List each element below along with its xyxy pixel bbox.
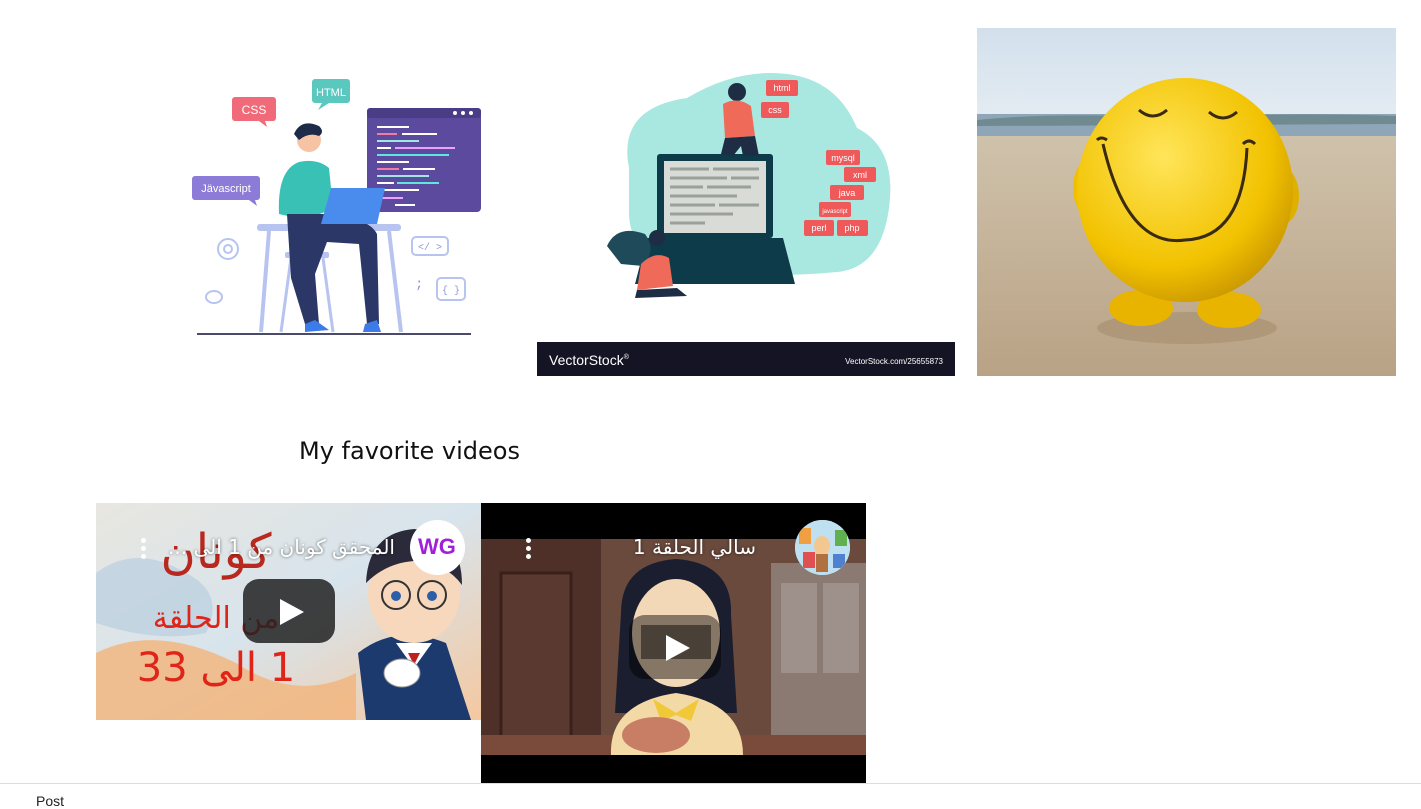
smiley-ball-photo bbox=[977, 28, 1396, 376]
video-title-sally[interactable]: سالي الحلقة 1 bbox=[633, 535, 756, 559]
video-title-conan[interactable]: المحقق كونان من 1 الى ... bbox=[168, 535, 395, 559]
vectorstock-url: VectorStock.com/25655873 bbox=[845, 357, 943, 366]
css-bubble-label: CSS bbox=[242, 103, 267, 117]
javascript-bubble-label: Jävascript bbox=[201, 183, 251, 195]
braces-label: { } bbox=[442, 285, 460, 297]
code-tag-label: </ > bbox=[418, 242, 442, 254]
more-options-icon[interactable] bbox=[525, 538, 533, 562]
post-heading-partial: Post bbox=[36, 793, 65, 809]
vectorstock-brand: VectorStock® bbox=[549, 352, 630, 368]
play-button[interactable] bbox=[243, 579, 335, 643]
video-player-conan[interactable]: كونان من الحلقة 1 الى 33 المحقق كونان من… bbox=[96, 503, 481, 720]
java-tag-label: java bbox=[838, 188, 856, 198]
bottom-section-divider: Post bbox=[0, 783, 1421, 809]
html-tag-label: html bbox=[773, 83, 790, 93]
html-bubble-label: HTML bbox=[316, 87, 346, 99]
channel-avatar-sally[interactable] bbox=[795, 520, 850, 575]
favorite-videos-heading: My favorite videos bbox=[299, 437, 520, 465]
more-options-icon[interactable] bbox=[140, 538, 148, 562]
play-icon bbox=[666, 635, 690, 661]
css-tag-label: css bbox=[768, 105, 782, 115]
semicolon-label: ; bbox=[415, 277, 423, 293]
web-developer-image: CSS HTML Jävascript </ > { } ; bbox=[119, 28, 537, 376]
channel-avatar-wg[interactable]: WG bbox=[410, 520, 465, 575]
thumb-episodes: 1 الى 33 bbox=[137, 645, 295, 691]
perl-tag-label: perl bbox=[811, 223, 826, 233]
channel-avatar-logo: WG bbox=[418, 534, 456, 559]
play-icon bbox=[280, 599, 304, 625]
mysql-tag-label: mysql bbox=[831, 153, 855, 163]
video-player-sally[interactable]: سالي الحلقة 1 bbox=[481, 503, 866, 783]
play-button[interactable] bbox=[629, 615, 721, 679]
javascript-tag-label: javascript bbox=[821, 209, 848, 215]
xml-tag-label: xml bbox=[853, 170, 867, 180]
php-tag-label: php bbox=[844, 223, 859, 233]
channel-avatar-art bbox=[795, 520, 850, 575]
programming-languages-image: html css mysql xml java javascript perl … bbox=[537, 28, 955, 376]
